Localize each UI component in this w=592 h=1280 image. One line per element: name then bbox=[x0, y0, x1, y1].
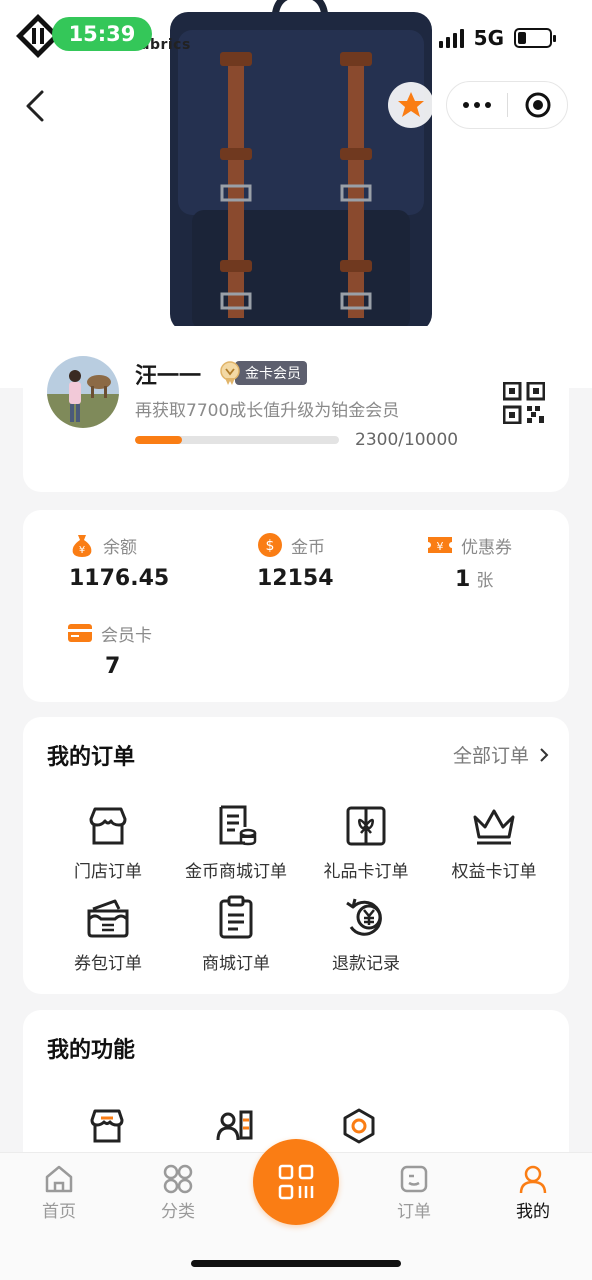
coupons-value: 1 bbox=[455, 567, 471, 592]
order-mall[interactable]: 商城订单 bbox=[171, 895, 301, 974]
qr-code-icon[interactable] bbox=[503, 382, 545, 424]
svg-text:¥: ¥ bbox=[437, 540, 444, 553]
coupons-label: 优惠券 bbox=[461, 537, 512, 558]
refund-yen-icon bbox=[346, 898, 382, 936]
more-options-button[interactable] bbox=[447, 82, 507, 128]
my-orders-card: 我的订单 全部订单 门店订单 金币商城订单 礼品卡订单 权益卡订单 券包订单 商… bbox=[23, 717, 569, 994]
favorite-button[interactable] bbox=[388, 82, 434, 128]
member-card: 汪一一 金卡会员 再获取7700成长值升级为铂金会员 2300/10000 bbox=[23, 326, 569, 492]
yen-ticket-icon: ¥ bbox=[428, 537, 452, 553]
asset-member-cards[interactable]: 会员卡 7 bbox=[67, 620, 227, 679]
balance-label: 余额 bbox=[103, 537, 137, 558]
contacts-icon[interactable] bbox=[215, 1106, 255, 1146]
order-store-label: 门店订单 bbox=[74, 862, 142, 882]
member-cards-label: 会员卡 bbox=[101, 625, 152, 646]
star-icon bbox=[398, 92, 424, 117]
store-icon[interactable] bbox=[87, 1106, 127, 1146]
money-bag-icon: ¥ bbox=[72, 535, 92, 557]
category-icon bbox=[163, 1164, 193, 1194]
status-time: 15:39 bbox=[52, 17, 152, 51]
asset-balance[interactable]: ¥ 余额 1176.45 bbox=[69, 532, 229, 591]
home-indicator bbox=[191, 1260, 401, 1267]
receipt-coins-icon bbox=[219, 805, 257, 846]
order-mall-label: 商城订单 bbox=[202, 954, 270, 974]
tab-home-label: 首页 bbox=[42, 1202, 76, 1222]
order-coupon-pack-label: 券包订单 bbox=[74, 954, 142, 974]
home-icon bbox=[45, 1165, 73, 1193]
medal-icon bbox=[220, 361, 240, 385]
tab-mine[interactable]: 我的 bbox=[493, 1163, 573, 1222]
user-icon bbox=[519, 1165, 547, 1194]
back-arrow-icon[interactable] bbox=[18, 86, 54, 126]
member-name: 汪一一 bbox=[135, 364, 202, 389]
hexagon-settings-icon[interactable] bbox=[339, 1106, 379, 1146]
crown-icon bbox=[473, 809, 515, 845]
target-icon bbox=[525, 92, 550, 118]
coins-label: 金币 bbox=[291, 537, 325, 558]
growth-progress-fill bbox=[135, 436, 182, 444]
refund-records[interactable]: 退款记录 bbox=[301, 895, 431, 974]
signal-icon bbox=[438, 28, 464, 48]
tab-category[interactable]: 分类 bbox=[138, 1163, 218, 1222]
order-gift-card-label: 礼品卡订单 bbox=[323, 862, 409, 882]
member-cards-value: 7 bbox=[105, 654, 121, 679]
my-functions-title: 我的功能 bbox=[47, 1038, 136, 1063]
status-indicators: 5G bbox=[438, 26, 556, 50]
order-icon bbox=[400, 1165, 428, 1193]
clipboard-icon bbox=[219, 895, 253, 939]
coupons-unit: 张 bbox=[476, 571, 494, 591]
order-coin-mall[interactable]: 金币商城订单 bbox=[171, 803, 301, 882]
scan-button[interactable] bbox=[253, 1139, 339, 1225]
wallet-icon bbox=[87, 899, 129, 938]
all-orders-link[interactable]: 全部订单 bbox=[453, 741, 549, 768]
order-store[interactable]: 门店订单 bbox=[43, 803, 173, 882]
member-tier-badge: 金卡会员 bbox=[219, 361, 307, 385]
svg-text:¥: ¥ bbox=[79, 545, 85, 556]
assets-card: ¥ 余额 1176.45 $ 金币 12154 ¥ 优惠券 1张 会员卡 7 bbox=[23, 510, 569, 702]
tier-label: 金卡会员 bbox=[235, 361, 307, 385]
gift-card-icon bbox=[346, 806, 386, 846]
battery-icon bbox=[514, 28, 556, 48]
avatar[interactable] bbox=[47, 356, 119, 428]
tab-orders[interactable]: 订单 bbox=[374, 1163, 454, 1222]
my-orders-title: 我的订单 bbox=[47, 745, 136, 770]
growth-progress-text: 2300/10000 bbox=[355, 430, 459, 450]
tab-category-label: 分类 bbox=[161, 1202, 195, 1222]
growth-progress-bar bbox=[135, 436, 339, 444]
scan-icon bbox=[278, 1164, 314, 1200]
backpack-image bbox=[170, 0, 432, 330]
order-coin-mall-label: 金币商城订单 bbox=[185, 862, 287, 882]
tab-orders-label: 订单 bbox=[397, 1202, 431, 1222]
tab-mine-label: 我的 bbox=[516, 1202, 550, 1222]
asset-coupons[interactable]: ¥ 优惠券 1张 bbox=[427, 532, 587, 592]
order-coupon-pack[interactable]: 券包订单 bbox=[43, 895, 173, 974]
order-gift-card[interactable]: 礼品卡订单 bbox=[301, 803, 431, 882]
all-orders-label: 全部订单 bbox=[452, 745, 529, 767]
svg-text:$: $ bbox=[266, 538, 275, 554]
balance-value: 1176.45 bbox=[69, 566, 170, 591]
network-type: 5G bbox=[473, 26, 504, 50]
upgrade-tip: 再获取7700成长值升级为铂金会员 bbox=[135, 401, 400, 421]
chevron-right-icon bbox=[540, 747, 549, 762]
asset-coins[interactable]: $ 金币 12154 bbox=[257, 532, 417, 591]
order-benefit-card-label: 权益卡订单 bbox=[451, 862, 537, 882]
coupons-value-row: 1张 bbox=[427, 566, 587, 592]
close-miniprogram-button[interactable] bbox=[508, 91, 567, 119]
refund-records-label: 退款记录 bbox=[332, 954, 400, 974]
store-icon bbox=[89, 807, 127, 845]
credit-card-icon bbox=[68, 624, 92, 642]
dollar-coin-icon: $ bbox=[258, 533, 282, 557]
coins-value: 12154 bbox=[257, 566, 334, 591]
tab-home[interactable]: 首页 bbox=[19, 1163, 99, 1222]
order-benefit-card[interactable]: 权益卡订单 bbox=[429, 803, 559, 882]
miniprogram-capsule bbox=[446, 81, 568, 129]
